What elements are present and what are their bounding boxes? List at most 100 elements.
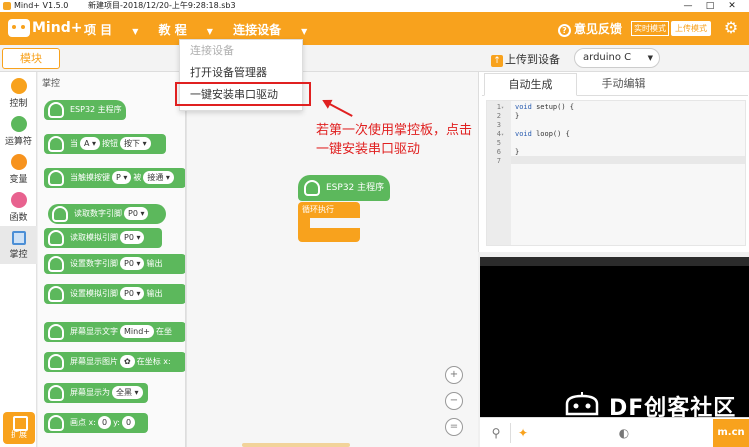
hand-icon [48,286,64,302]
block-dropdown[interactable]: 全黑 ▾ [112,386,143,399]
palette-block-touch[interactable]: 当触摸按键 P ▾ 被接通 ▾ [44,168,185,188]
menu-item-open-device-manager[interactable]: 打开设备管理器 [190,64,267,82]
caret-down-icon: ▼ [132,27,139,36]
palette-block-button[interactable]: 当A ▾ 按钮 按下 ▾ [44,134,166,154]
palette-block-set-analog[interactable]: 设置模拟引脚 P0 ▾ 输出 [44,284,185,304]
category-mpython[interactable]: 掌控 [0,226,37,264]
chip-icon [11,231,26,245]
close-icon[interactable]: ✕ [721,0,743,12]
line-number: 7 [487,157,511,165]
block-dropdown[interactable]: 0 [121,416,136,429]
block-dropdown[interactable]: P0 ▾ [120,287,145,300]
minimize-icon[interactable]: — [677,0,699,12]
category-variables[interactable]: 变量 [0,150,37,188]
extension-label: 扩展 [11,430,27,439]
fold-icon[interactable]: ▾ [501,132,504,138]
category-dot-icon [10,154,27,170]
block-dropdown[interactable]: A ▾ [80,137,101,150]
hand-icon [48,230,64,246]
highlight-box [175,82,311,106]
block-text: 屏幕显示为 [70,388,110,397]
code-text: } [515,148,520,156]
block-dropdown[interactable]: ✿ [120,355,135,368]
palette-block-oled-fill[interactable]: 屏幕显示为 全黑 ▾ [44,383,148,403]
tab-manual-edit[interactable]: 手动编辑 [577,73,670,96]
palette-block-read-digital[interactable]: 读取数字引脚 P0 ▾ [48,204,166,224]
palette-block-draw-point[interactable]: 画点 x: 0 y: 0 [44,413,148,433]
palette-block-oled-image[interactable]: 屏幕显示图片 ✿ 在坐标 x: [44,352,185,372]
block-dropdown[interactable]: 按下 ▾ [120,137,151,150]
block-dropdown[interactable]: Mind+ [120,325,154,338]
category-label: 掌控 [9,250,28,260]
category-functions[interactable]: 函数 [0,188,37,226]
maximize-icon[interactable]: □ [699,0,721,12]
block-dropdown[interactable]: P0 ▾ [124,207,149,220]
zoom-in-icon[interactable]: + [445,366,463,384]
block-dropdown[interactable]: P ▾ [112,171,132,184]
palette-block-oled-text[interactable]: 屏幕显示文字 Mind+ 在坐 [44,322,185,342]
block-text: 被 [133,173,142,182]
divider [510,423,511,443]
code-text: loop() { [531,130,570,138]
category-dot-icon [10,116,27,132]
line-num: 5 [496,139,501,147]
upload-to-device-button[interactable]: ↑ 上传到设备 [491,51,560,67]
line-number: 5 [487,139,511,147]
feedback-button[interactable]: ? 意见反馈 [558,20,622,37]
block-text: 当触摸按键 [70,173,110,182]
board-select[interactable]: arduino C ▼ [574,48,660,68]
mode-upload-button[interactable]: 上传模式 [671,21,711,36]
code-keyword: void [515,103,532,111]
category-operators[interactable]: 运算符 [0,112,37,150]
gear-icon[interactable]: ⚙ [722,19,740,37]
block-text: ESP32 主程序 [326,183,385,193]
menu-tutorial[interactable]: 教 程 ▼ [159,23,213,37]
block-text: 当 [70,139,78,148]
category-label: 变量 [9,175,28,185]
tool-icon[interactable]: ✦ [515,425,531,441]
block-dropdown[interactable]: 0 [97,416,112,429]
usb-icon[interactable]: ⚲ [488,425,504,441]
palette-block-read-analog[interactable]: 读取模拟引脚 P0 ▾ [44,228,162,248]
file-title: 新建项目-2018/12/20-上午9:28:18.sb3 [88,1,236,10]
extension-button[interactable]: 扩展 [3,412,35,444]
question-icon: ? [558,24,571,37]
palette-block-set-digital[interactable]: 设置数字引脚 P0 ▾ 输出 [44,254,185,274]
line-num: 6 [496,148,501,156]
block-text: 在坐 [155,327,172,336]
workspace-block-main[interactable]: ESP32 主程序 [298,175,390,201]
palette-title: 掌控 [42,79,61,89]
menu-item-connect-device: 连接设备 [190,44,234,57]
menu-connect-device[interactable]: 连接设备 ▼ [233,23,307,37]
block-text: 读取模拟引脚 [70,233,118,242]
mindplus-logo: Mind+ [8,16,82,40]
zoom-out-icon[interactable]: − [445,392,463,410]
block-dropdown[interactable]: P0 ▾ [120,231,145,244]
zoom-reset-icon[interactable]: = [445,418,463,436]
code-editor[interactable]: 1▾ void setup() { 2 } 3 4▾ void loop() {… [486,100,746,246]
category-control[interactable]: 控制 [0,74,37,112]
block-text: 输出 [146,259,163,268]
mode-realtime-button[interactable]: 实时模式 [631,21,669,36]
fold-icon[interactable]: ▾ [501,105,504,111]
clear-output-icon[interactable]: ◐ [616,425,632,441]
brand-name: Mind+ [32,20,83,36]
block-dropdown[interactable]: P0 ▾ [120,257,145,270]
code-panel: 自动生成 手动编辑 1▾ void setup() { 2 } 3 4▾ voi… [478,72,749,252]
corner-tag: m.cn [713,419,749,447]
hand-icon [48,170,64,186]
palette-block-main[interactable]: ESP32 主程序 [44,100,126,120]
block-text: 屏幕显示图片 [70,357,118,366]
workspace-scrollbar[interactable] [242,443,350,447]
tab-auto-generate[interactable]: 自动生成 [484,73,577,96]
category-label: 控制 [9,99,28,109]
category-label: 函数 [9,213,28,223]
app-icon [3,2,11,10]
chevron-down-icon: ▼ [647,54,653,62]
hand-icon [48,102,64,118]
block-palette: 掌控 ESP32 主程序 当A ▾ 按钮 按下 ▾ 当触摸按键 P ▾ 被接通 ▾ 读取… [38,72,186,447]
block-dropdown[interactable]: 接通 ▾ [143,171,174,184]
tab-blocks[interactable]: 模块 [2,48,60,69]
menu-project[interactable]: 项 目 ▼ [84,23,138,37]
workspace-block-loop[interactable]: 循环执行 [298,202,360,242]
